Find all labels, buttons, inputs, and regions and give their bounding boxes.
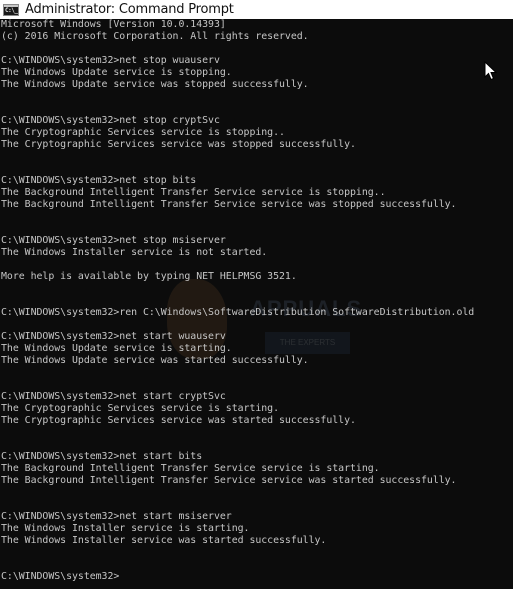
console-line: C:\WINDOWS\system32>net stop wuauserv	[1, 55, 220, 66]
console-lines: Microsoft Windows [Version 10.0.14393] (c…	[1, 19, 474, 583]
console-line: C:\WINDOWS\system32>net start bits	[1, 451, 203, 462]
console-line: The Cryptographic Services service is st…	[1, 127, 285, 138]
console-line: The Cryptographic Services service was s…	[1, 415, 356, 426]
console-line: The Cryptographic Services service is st…	[1, 403, 280, 414]
console-line: The Windows Installer service is startin…	[1, 523, 250, 534]
console-line: (c) 2016 Microsoft Corporation. All righ…	[1, 31, 309, 42]
console-line: More help is available by typing NET HEL…	[1, 271, 297, 282]
console-line: The Windows Update service was stopped s…	[1, 79, 309, 90]
console-line: The Windows Installer service is not sta…	[1, 247, 268, 258]
window-title: Administrator: Command Prompt	[25, 2, 234, 17]
console-line: C:\WINDOWS\system32>ren C:\Windows\Softw…	[1, 307, 475, 318]
console-line: C:\WINDOWS\system32>net start cryptSvc	[1, 391, 226, 402]
console-line: The Windows Installer service was starte…	[1, 535, 327, 546]
cmd-icon: C:\_	[3, 3, 19, 16]
console-line: C:\WINDOWS\system32>net stop cryptSvc	[1, 115, 220, 126]
console-line: The Cryptographic Services service was s…	[1, 139, 356, 150]
title-bar[interactable]: C:\_ Administrator: Command Prompt	[0, 0, 513, 19]
console-line: The Windows Update service is starting.	[1, 343, 232, 354]
mouse-pointer-icon	[484, 61, 498, 81]
console-line: The Background Intelligent Transfer Serv…	[1, 199, 457, 210]
console-line: Microsoft Windows [Version 10.0.14393]	[1, 19, 226, 30]
console-line: The Background Intelligent Transfer Serv…	[1, 187, 386, 198]
console-line: C:\WINDOWS\system32>net start wuauserv	[1, 331, 226, 342]
console-line: C:\WINDOWS\system32>net start msiserver	[1, 511, 232, 522]
console-line: The Windows Update service is stopping.	[1, 67, 232, 78]
console-line: The Background Intelligent Transfer Serv…	[1, 463, 380, 474]
console-line: The Windows Update service was started s…	[1, 355, 309, 366]
console-line: C:\WINDOWS\system32>net stop bits	[1, 175, 197, 186]
console-line: The Background Intelligent Transfer Serv…	[1, 475, 457, 486]
console-line: C:\WINDOWS\system32>net stop msiserver	[1, 235, 226, 246]
cmd-icon-label: C:\_	[5, 6, 18, 14]
console-line: C:\WINDOWS\system32>	[1, 571, 120, 582]
console-output[interactable]: APPUALS THE EXPERTS Microsoft Windows [V…	[0, 19, 513, 589]
